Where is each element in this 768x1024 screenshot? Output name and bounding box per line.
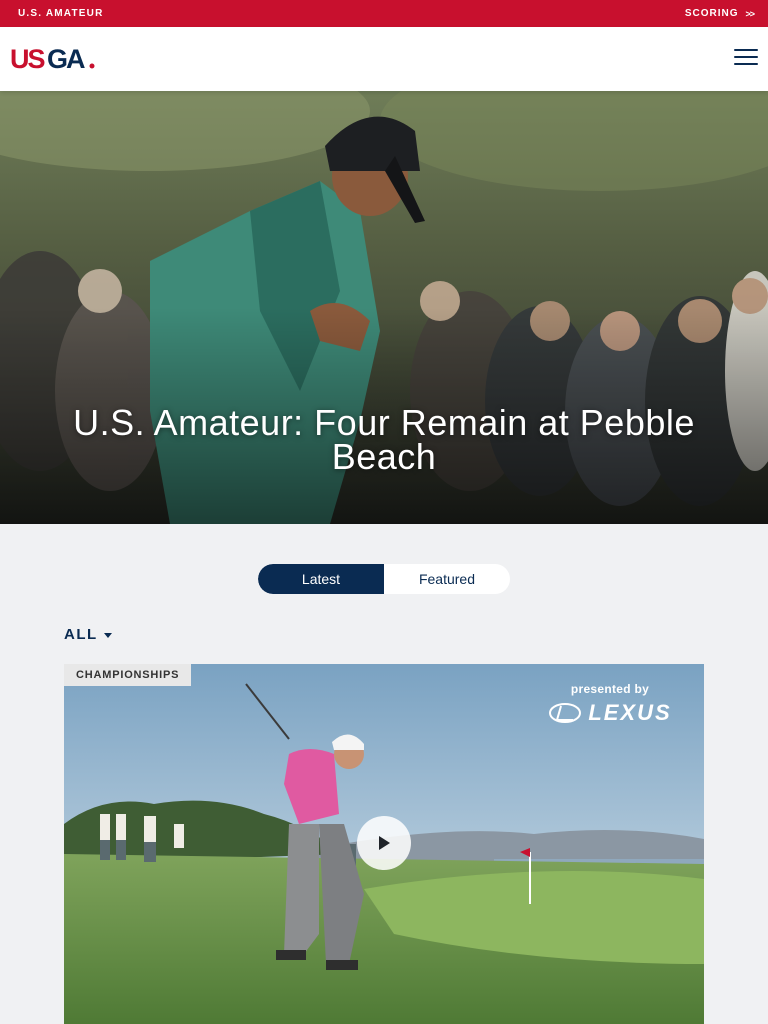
tab-featured[interactable]: Featured (384, 564, 510, 594)
scoring-link[interactable]: SCORING >> (684, 8, 755, 19)
category-filter[interactable]: ALL (64, 626, 112, 643)
caret-down-icon (103, 632, 112, 638)
usga-logo[interactable]: US GA (10, 44, 98, 72)
svg-text:US: US (10, 44, 44, 72)
top-bar: U.S. AMATEUR SCORING >> (0, 0, 768, 27)
championship-link[interactable]: U.S. AMATEUR (18, 8, 104, 19)
play-icon (379, 836, 390, 850)
tab-latest[interactable]: Latest (258, 564, 384, 594)
category-badge[interactable]: CHAMPIONSHIPS (64, 664, 192, 686)
scoring-label: SCORING (684, 8, 739, 19)
play-button[interactable] (357, 816, 411, 870)
filter-label: ALL (64, 626, 98, 643)
sponsor-lockup: presented by LEXUS (540, 682, 680, 726)
content-toggle: Latest Featured (258, 564, 510, 594)
hero-banner[interactable]: U.S. Amateur: Four Remain at Pebble Beac… (0, 91, 768, 524)
sponsor-logo: LEXUS (540, 700, 680, 726)
hero-title[interactable]: U.S. Amateur: Four Remain at Pebble Beac… (60, 405, 708, 475)
video-card[interactable]: CHAMPIONSHIPS presented by LEXUS (64, 664, 704, 1024)
site-header: US GA (0, 27, 768, 91)
sponsor-presented-label: presented by (570, 682, 650, 696)
chevron-right-icon: >> (745, 8, 754, 19)
sponsor-brand-name: LEXUS (588, 700, 672, 725)
svg-text:GA: GA (47, 44, 85, 72)
hamburger-menu-icon[interactable] (734, 49, 758, 67)
lexus-emblem-icon (549, 703, 582, 723)
